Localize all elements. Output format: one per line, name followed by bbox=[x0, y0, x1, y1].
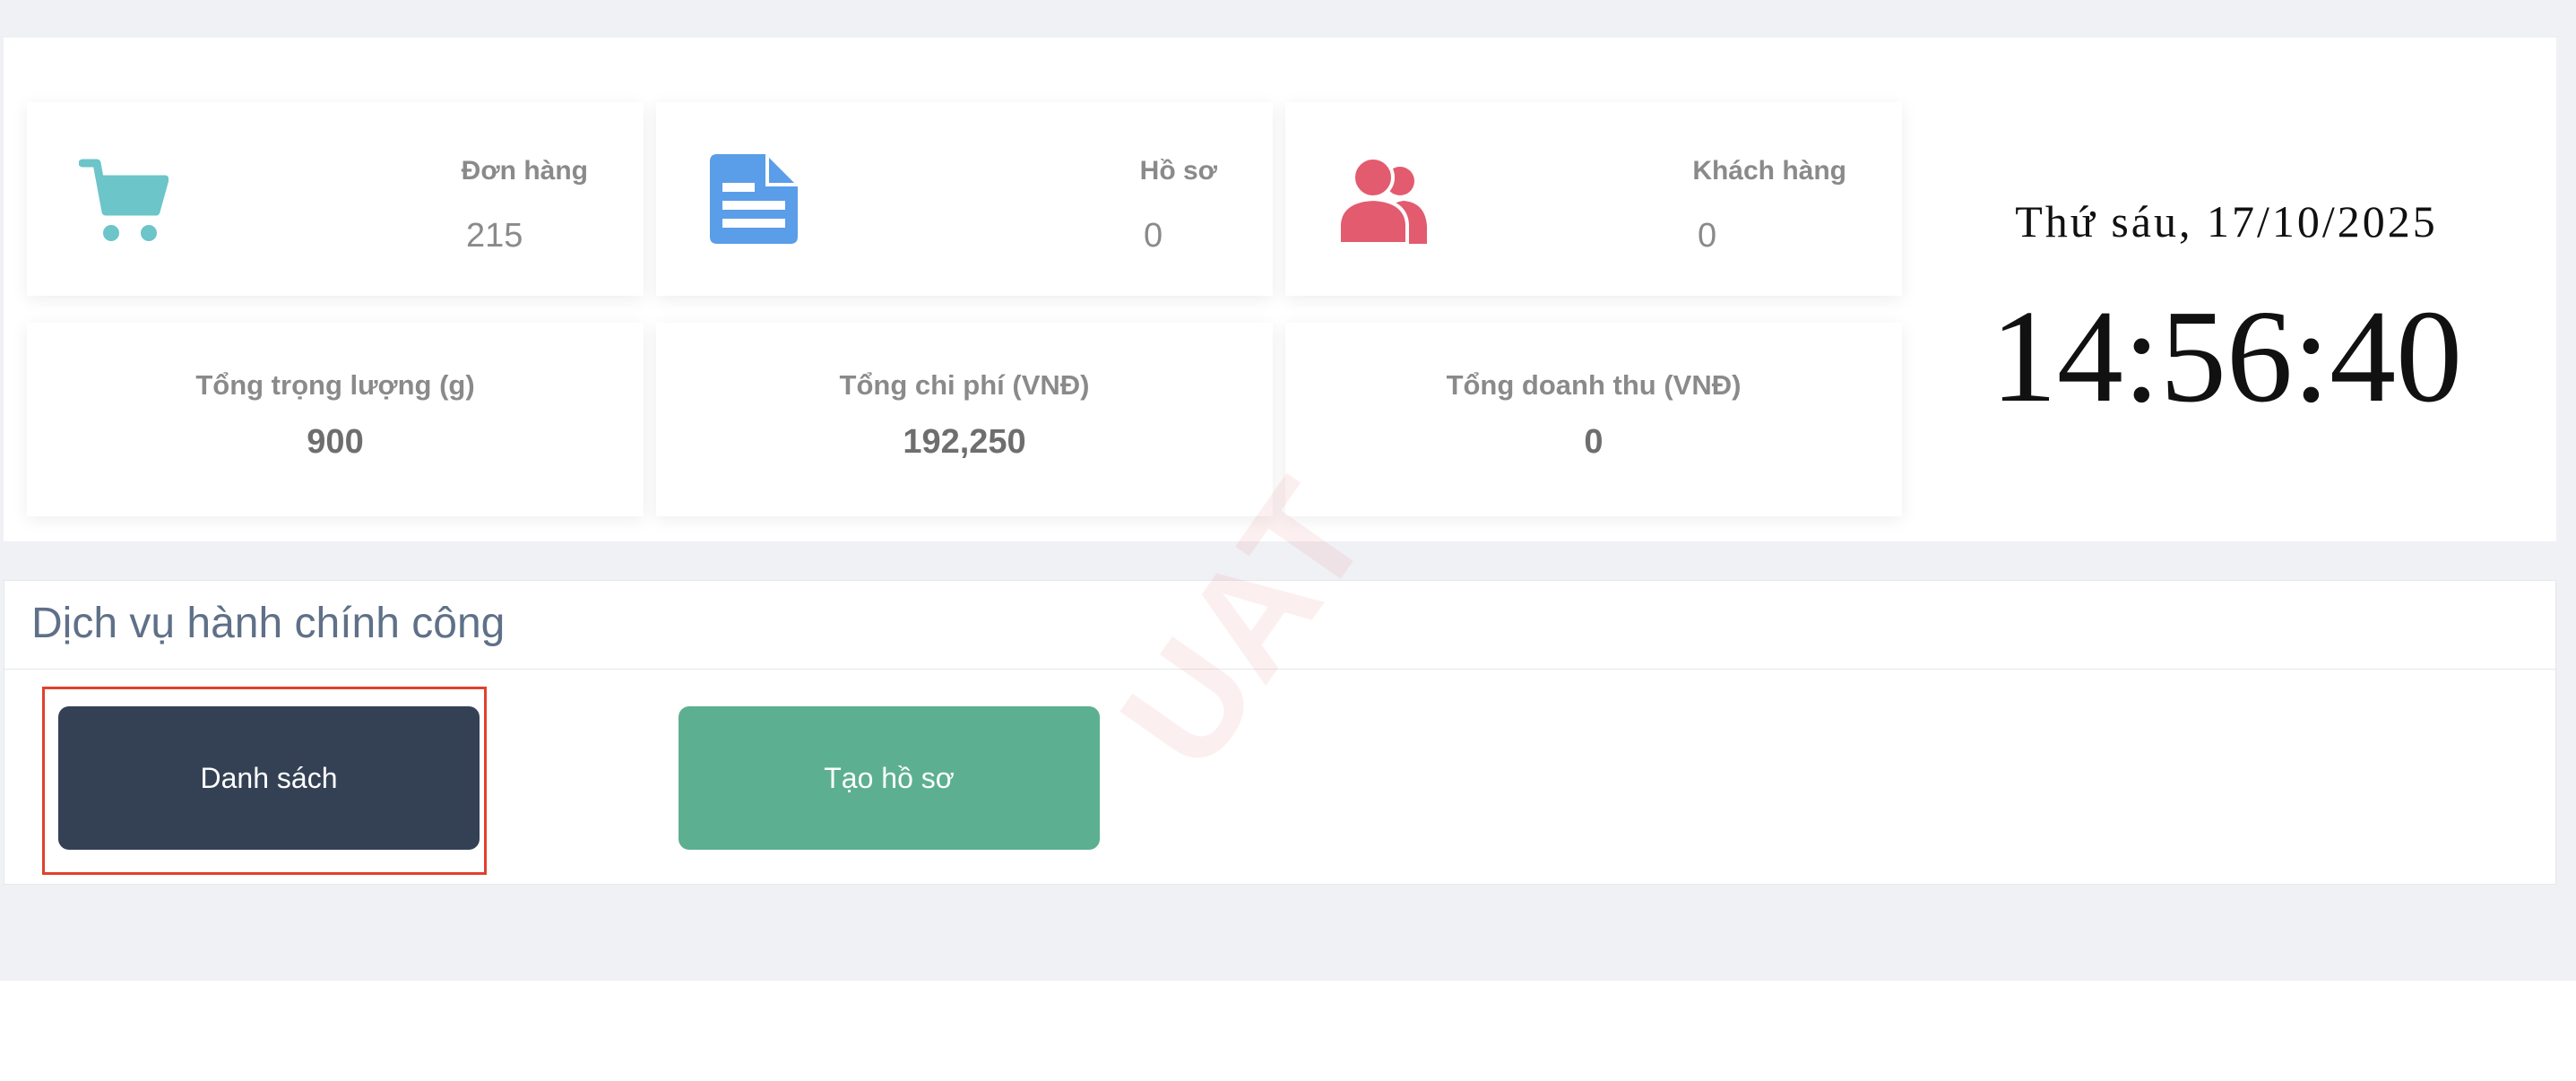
weight-value: 900 bbox=[307, 423, 364, 461]
dashboard-panel: Đơn hàng 215 Hồ sơ 0 Khách hàng 0 Tổng t… bbox=[4, 38, 2556, 541]
orders-card[interactable]: Đơn hàng 215 bbox=[27, 102, 644, 296]
orders-label: Đơn hàng bbox=[461, 156, 588, 186]
cost-card: Tổng chi phí (VNĐ) 192,250 bbox=[656, 323, 1273, 516]
list-button[interactable]: Danh sách bbox=[58, 706, 480, 850]
customers-card[interactable]: Khách hàng 0 bbox=[1285, 102, 1902, 296]
customers-value: 0 bbox=[1698, 217, 1717, 255]
clock-time: 14:56:40 bbox=[1990, 283, 2463, 430]
document-icon bbox=[710, 154, 800, 248]
files-card[interactable]: Hồ sơ 0 bbox=[656, 102, 1273, 296]
revenue-value: 0 bbox=[1584, 423, 1604, 461]
public-services-header: Dịch vụ hành chính công bbox=[4, 581, 2555, 670]
shopping-cart-icon bbox=[78, 156, 169, 250]
revenue-card: Tổng doanh thu (VNĐ) 0 bbox=[1285, 323, 1902, 516]
customers-label: Khách hàng bbox=[1692, 156, 1846, 186]
files-value: 0 bbox=[1144, 217, 1163, 255]
create-file-button[interactable]: Tạo hồ sơ bbox=[679, 706, 1100, 850]
public-services-title: Dịch vụ hành chính công bbox=[31, 600, 506, 647]
revenue-label: Tổng doanh thu (VNĐ) bbox=[1446, 369, 1742, 401]
weight-card: Tổng trọng lượng (g) 900 bbox=[27, 323, 644, 516]
users-icon bbox=[1337, 154, 1429, 248]
clock-date: Thứ sáu, 17/10/2025 bbox=[2015, 196, 2438, 246]
orders-value: 215 bbox=[466, 217, 523, 255]
cost-value: 192,250 bbox=[903, 423, 1026, 461]
cost-label: Tổng chi phí (VNĐ) bbox=[839, 369, 1090, 401]
files-label: Hồ sơ bbox=[1139, 156, 1217, 186]
weight-label: Tổng trọng lượng (g) bbox=[195, 369, 475, 401]
public-services-panel: Dịch vụ hành chính công Danh sách Tạo hồ… bbox=[4, 580, 2556, 885]
